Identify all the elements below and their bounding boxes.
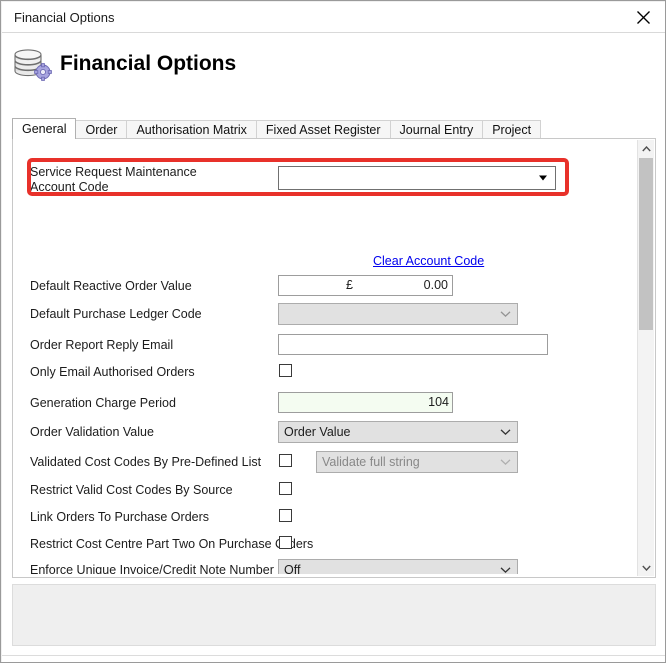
label-order-report-reply-email: Order Report Reply Email bbox=[30, 338, 174, 352]
tab-journal-entry[interactable]: Journal Entry bbox=[389, 120, 484, 139]
label-default-reactive-order-value: Default Reactive Order Value bbox=[30, 279, 192, 293]
validate-full-string-combobox[interactable]: Validate full string bbox=[316, 451, 518, 473]
row-restrict-valid-cost-codes-by-source: Restrict Valid Cost Codes By Source bbox=[16, 482, 633, 502]
label-default-purchase-ledger-code: Default Purchase Ledger Code bbox=[30, 307, 202, 321]
chevron-down-icon[interactable] bbox=[638, 559, 654, 576]
row-restrict-cost-centre-part-two: Restrict Cost Centre Part Two On Purchas… bbox=[16, 536, 633, 556]
label-enforce-unique-invoice-credit-note-number: Enforce Unique Invoice/Credit Note Numbe… bbox=[30, 563, 274, 574]
close-icon[interactable] bbox=[621, 2, 665, 32]
restrict-valid-cost-codes-by-source-checkbox[interactable] bbox=[279, 482, 292, 495]
general-settings-form: Service Request Maintenance Account Code … bbox=[16, 142, 633, 574]
row-link-orders-to-purchase-orders: Link Orders To Purchase Orders bbox=[16, 509, 633, 529]
lower-empty-panel bbox=[12, 584, 656, 646]
chevron-down-icon bbox=[500, 459, 511, 465]
order-validation-value-combobox[interactable]: Order Value bbox=[278, 421, 518, 443]
clear-account-code-link[interactable]: Clear Account Code bbox=[373, 254, 484, 268]
row-account-code: Service Request Maintenance Account Code bbox=[16, 162, 633, 194]
account-code-combobox[interactable] bbox=[278, 166, 556, 190]
page-title: Financial Options bbox=[60, 52, 237, 75]
tab-content-panel: Service Request Maintenance Account Code … bbox=[12, 138, 656, 578]
scrollbar-thumb[interactable] bbox=[639, 158, 653, 330]
label-account-code: Service Request Maintenance Account Code bbox=[30, 165, 260, 195]
tab-fixed-asset-register[interactable]: Fixed Asset Register bbox=[255, 120, 391, 139]
row-order-validation-value: Order Validation Value Order Value bbox=[16, 421, 633, 445]
row-default-purchase-ledger-code: Default Purchase Ledger Code bbox=[16, 303, 633, 327]
coins-gear-icon bbox=[12, 45, 52, 81]
row-order-report-reply-email: Order Report Reply Email bbox=[16, 334, 633, 358]
chevron-up-icon[interactable] bbox=[638, 140, 654, 157]
row-generation-charge-period: Generation Charge Period 104 bbox=[16, 392, 633, 416]
dropdown-arrow-icon bbox=[539, 175, 547, 181]
label-only-email-authorised-orders: Only Email Authorised Orders bbox=[30, 365, 195, 379]
generation-charge-period-input[interactable]: 104 bbox=[278, 392, 453, 413]
chevron-down-icon bbox=[500, 429, 511, 435]
title-bar: Financial Options bbox=[2, 2, 665, 33]
tab-strip: General Order Authorisation Matrix Fixed… bbox=[12, 118, 656, 139]
link-orders-to-purchase-orders-checkbox[interactable] bbox=[279, 509, 292, 522]
default-purchase-ledger-code-combobox[interactable] bbox=[278, 303, 518, 325]
chevron-down-icon bbox=[500, 567, 511, 573]
label-restrict-cost-centre-part-two: Restrict Cost Centre Part Two On Purchas… bbox=[30, 537, 314, 551]
restrict-cost-centre-part-two-checkbox[interactable] bbox=[279, 536, 292, 549]
label-restrict-valid-cost-codes-by-source: Restrict Valid Cost Codes By Source bbox=[30, 483, 233, 497]
currency-symbol: £ bbox=[346, 278, 353, 292]
tab-project[interactable]: Project bbox=[482, 120, 542, 139]
default-reactive-order-value-amount: 0.00 bbox=[423, 278, 448, 292]
window-title: Financial Options bbox=[14, 10, 115, 25]
row-only-email-authorised-orders: Only Email Authorised Orders bbox=[16, 364, 633, 384]
dialog-button-bar: Apply OK Close bbox=[2, 655, 665, 662]
order-report-reply-email-input[interactable] bbox=[278, 334, 548, 355]
page-header: Financial Options bbox=[2, 33, 665, 87]
chevron-down-icon bbox=[500, 311, 511, 317]
enforce-unique-invoice-combobox[interactable]: Off bbox=[278, 559, 518, 574]
default-reactive-order-value-input[interactable]: £ 0.00 bbox=[278, 275, 453, 296]
financial-options-dialog: Financial Options Financial Options Gene… bbox=[0, 0, 666, 663]
row-default-reactive-order-value: Default Reactive Order Value £ 0.00 bbox=[16, 275, 633, 299]
form-vertical-scrollbar[interactable] bbox=[637, 140, 654, 576]
dialog-body: Financial Options General Order Authoris… bbox=[2, 33, 665, 662]
row-validated-cost-codes-by-pre-defined-list: Validated Cost Codes By Pre-Defined List… bbox=[16, 451, 633, 475]
label-account-code-line2: Account Code bbox=[30, 180, 109, 194]
label-link-orders-to-purchase-orders: Link Orders To Purchase Orders bbox=[30, 510, 210, 524]
label-generation-charge-period: Generation Charge Period bbox=[30, 396, 176, 410]
label-account-code-line1: Service Request Maintenance bbox=[30, 165, 197, 179]
label-order-validation-value: Order Validation Value bbox=[30, 425, 154, 439]
tab-authorisation-matrix[interactable]: Authorisation Matrix bbox=[126, 120, 257, 139]
validate-full-string-value: Validate full string bbox=[322, 455, 420, 469]
only-email-authorised-orders-checkbox[interactable] bbox=[279, 364, 292, 377]
validated-cost-codes-checkbox[interactable] bbox=[279, 454, 292, 467]
label-validated-cost-codes-by-pre-defined-list: Validated Cost Codes By Pre-Defined List bbox=[30, 455, 262, 469]
tab-general[interactable]: General bbox=[12, 118, 77, 139]
tab-order[interactable]: Order bbox=[75, 120, 128, 139]
order-validation-value-selected: Order Value bbox=[284, 425, 351, 439]
enforce-unique-invoice-value: Off bbox=[284, 563, 301, 574]
row-enforce-unique-invoice-credit-note-number: Enforce Unique Invoice/Credit Note Numbe… bbox=[16, 559, 633, 574]
